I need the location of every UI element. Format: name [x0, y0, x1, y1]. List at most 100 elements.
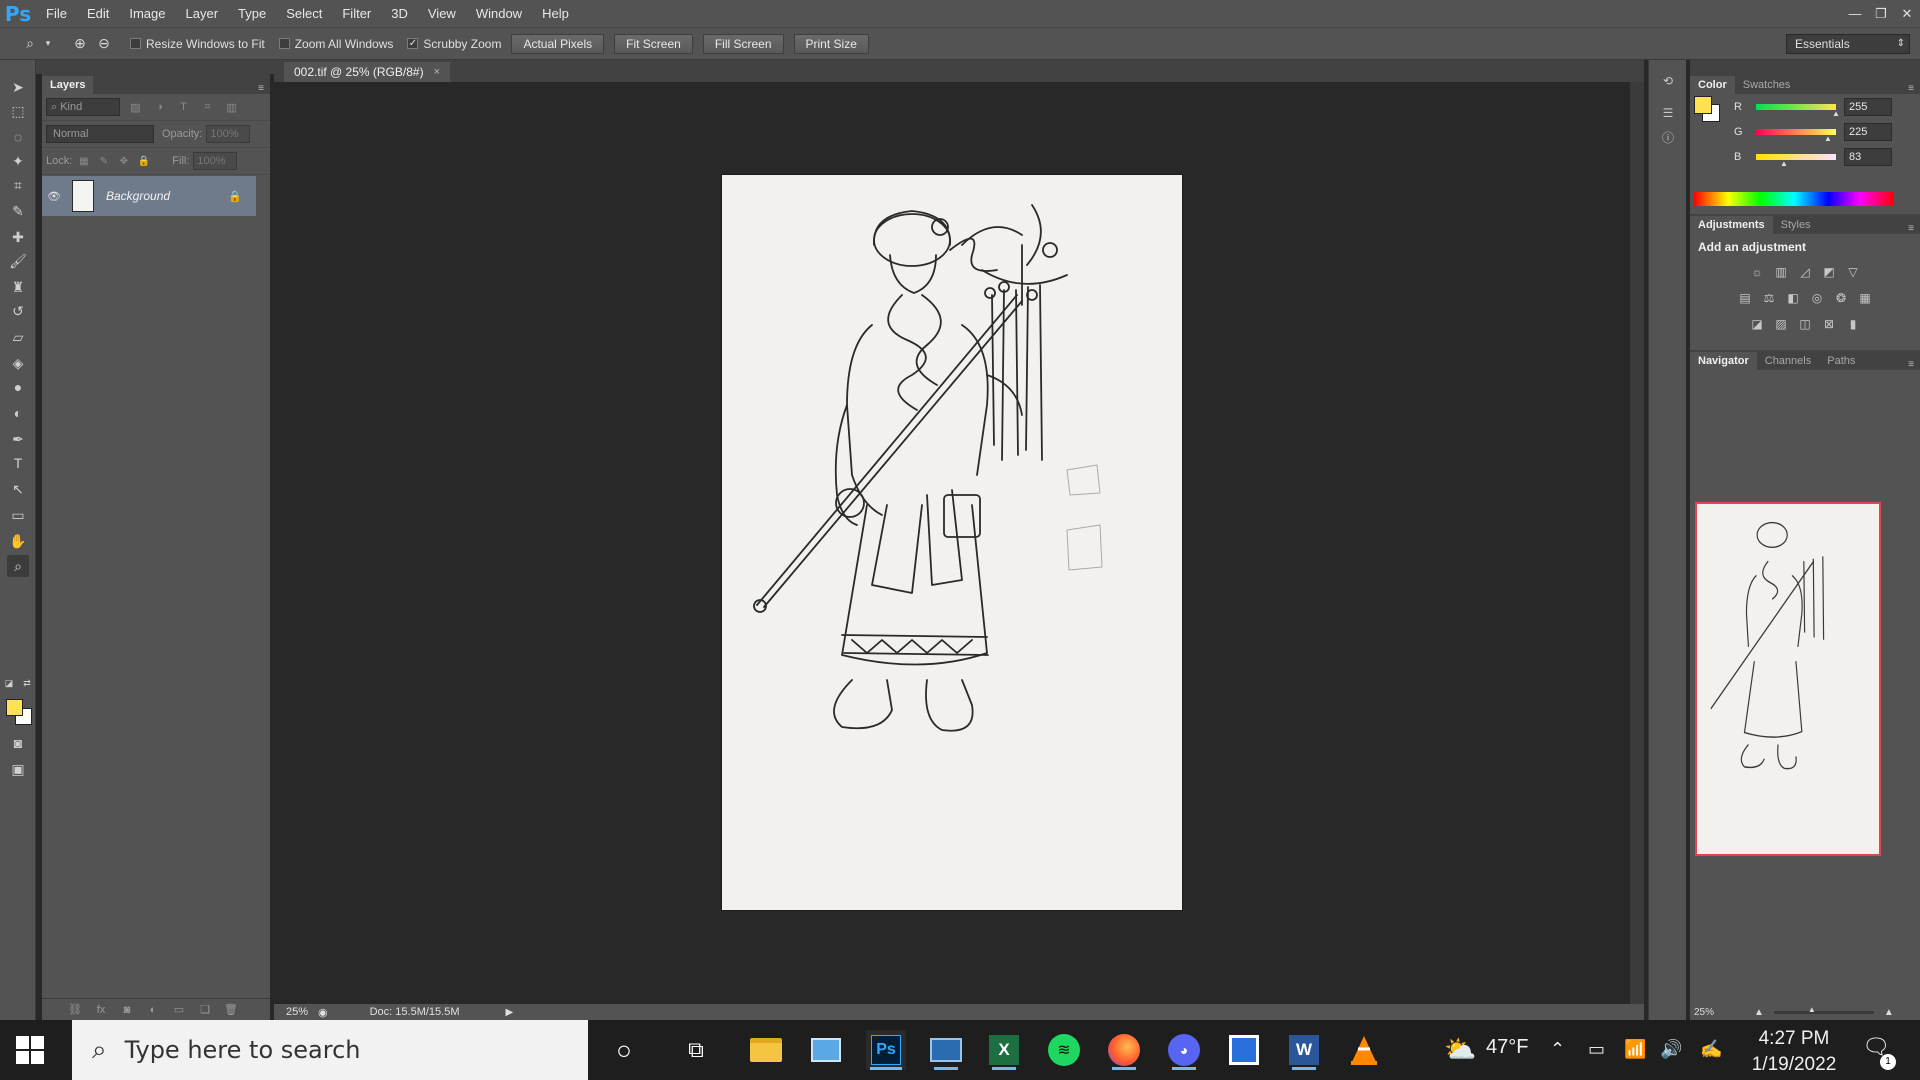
menu-image[interactable]: Image [119, 0, 175, 27]
add-mask-icon[interactable]: ◙ [114, 1004, 140, 1016]
red-slider[interactable]: ▲ [1756, 103, 1840, 118]
fit-screen-button[interactable]: Fit Screen [614, 33, 693, 54]
magic-wand-tool-icon[interactable]: ✦ [7, 150, 29, 172]
invert-icon[interactable]: ◪ [1748, 316, 1766, 332]
menu-window[interactable]: Window [466, 0, 532, 27]
selective-color-icon[interactable]: ⊠ [1820, 316, 1838, 332]
lock-all-icon[interactable]: 🔒 [135, 153, 152, 170]
menu-type[interactable]: Type [228, 0, 276, 27]
properties-panel-icon[interactable]: ☰ [1659, 104, 1677, 122]
color-panel-foreground-swatch[interactable] [1694, 96, 1712, 114]
fill-screen-button[interactable]: Fill Screen [702, 33, 784, 54]
close-icon[interactable]: ✕ [1894, 0, 1920, 27]
vertical-scrollbar[interactable] [1630, 82, 1644, 1004]
chevron-up-icon[interactable]: ⌃ [1550, 1039, 1565, 1060]
tab-paths[interactable]: Paths [1819, 352, 1863, 370]
blue-slider[interactable]: ▲ [1756, 153, 1836, 168]
task-view-icon[interactable]: ⧉ [676, 1030, 716, 1070]
menu-view[interactable]: View [418, 0, 466, 27]
tab-swatches[interactable]: Swatches [1735, 76, 1799, 94]
green-slider[interactable]: ▲ [1756, 128, 1836, 143]
restore-icon[interactable]: ❐ [1868, 0, 1894, 27]
crop-tool-icon[interactable]: ⌗ [7, 174, 29, 196]
color-lookup-icon[interactable]: ▦ [1856, 290, 1874, 306]
zoom-out-icon[interactable]: ⊖ [92, 32, 116, 56]
actual-pixels-button[interactable]: Actual Pixels [511, 33, 605, 54]
gradient-map-icon[interactable]: ▮ [1844, 316, 1862, 332]
opacity-field[interactable]: 100% [206, 125, 251, 143]
color-balance-icon[interactable]: ⚖ [1760, 290, 1778, 306]
tab-styles[interactable]: Styles [1773, 216, 1819, 234]
paint-bucket-tool-icon[interactable]: ◈ [7, 352, 29, 374]
minimize-icon[interactable]: — [1842, 0, 1868, 27]
menu-edit[interactable]: Edit [77, 0, 119, 27]
zoom-out-small-icon[interactable]: ▲ [1754, 1007, 1764, 1018]
print-size-button[interactable]: Print Size [793, 33, 869, 54]
fill-field[interactable]: 100% [193, 152, 238, 170]
workspace-select[interactable]: Essentials [1786, 34, 1910, 54]
shape-filter-icon[interactable]: ⌗ [199, 99, 216, 116]
blend-mode-select[interactable]: Normal [46, 125, 154, 143]
eraser-tool-icon[interactable]: ▱ [7, 326, 29, 348]
zoom-in-icon[interactable]: ⊕ [68, 32, 92, 56]
slider-handle-icon[interactable]: ▲ [1808, 1005, 1816, 1014]
document-size-info[interactable]: Doc: 15.5M/15.5M [370, 1006, 460, 1018]
cortana-icon[interactable]: ○ [604, 1030, 644, 1070]
remote-desktop-icon[interactable] [926, 1030, 966, 1070]
firefox-icon[interactable] [1104, 1030, 1144, 1070]
color-spectrum-bar[interactable] [1694, 192, 1894, 206]
history-brush-tool-icon[interactable]: ↺ [7, 300, 29, 322]
weather-icon[interactable]: ⛅ [1444, 1034, 1476, 1065]
layer-style-icon[interactable]: fx [88, 1004, 114, 1016]
lock-position-icon[interactable]: ✥ [115, 153, 132, 170]
spotify-icon[interactable]: ≋ [1044, 1030, 1084, 1070]
type-tool-icon[interactable]: T [7, 452, 29, 474]
vibrance-icon[interactable]: ▽ [1844, 264, 1862, 280]
marquee-tool-icon[interactable]: ⬚ [7, 100, 29, 122]
panel-menu-icon[interactable]: ≡ [1908, 223, 1914, 234]
meet-now-icon[interactable]: ▭ [1588, 1039, 1605, 1060]
delete-layer-icon[interactable]: 🗑 [218, 1003, 244, 1016]
zoom-tool-icon[interactable]: ⌕ [7, 555, 29, 577]
slider-handle-icon[interactable]: ▲ [1824, 134, 1832, 143]
taskbar-search-box[interactable]: ⌕ Type here to search [72, 1020, 588, 1080]
control-panel-icon[interactable] [806, 1030, 846, 1070]
menu-help[interactable]: Help [532, 0, 579, 27]
excel-icon[interactable]: X [984, 1030, 1024, 1070]
brightness-contrast-icon[interactable]: ☼ [1748, 264, 1766, 280]
weather-temperature[interactable]: 47°F [1486, 1036, 1528, 1059]
pen-ink-icon[interactable]: ✍ [1700, 1039, 1722, 1060]
path-selection-tool-icon[interactable]: ↖ [7, 478, 29, 500]
type-filter-icon[interactable]: T [175, 99, 192, 116]
menu-file[interactable]: File [36, 0, 77, 27]
tab-navigator[interactable]: Navigator [1690, 352, 1757, 370]
quick-mask-icon[interactable]: ◙ [7, 732, 29, 754]
adjustment-filter-icon[interactable]: ◑ [151, 99, 168, 116]
lasso-tool-icon[interactable]: ◌ [7, 126, 29, 148]
rectangle-tool-icon[interactable]: ▭ [7, 504, 29, 526]
status-info-icon[interactable]: ◉ [318, 1006, 328, 1019]
system-clock[interactable]: 4:27 PM 1/19/2022 [1736, 1026, 1852, 1078]
resize-windows-checkbox[interactable]: Resize Windows to Fit [130, 37, 265, 51]
word-icon[interactable]: W [1284, 1030, 1324, 1070]
status-menu-arrow-icon[interactable]: ▶ [505, 1007, 513, 1018]
pixel-filter-icon[interactable]: ▨ [127, 99, 144, 116]
scrubby-zoom-checkbox[interactable]: ✓ Scrubby Zoom [407, 37, 501, 51]
blur-tool-icon[interactable]: ● [7, 376, 29, 398]
lock-transparent-icon[interactable]: ▦ [75, 153, 92, 170]
foreground-color-swatch[interactable] [6, 699, 23, 716]
levels-icon[interactable]: ▥ [1772, 264, 1790, 280]
eyedropper-tool-icon[interactable]: ✎ [7, 200, 29, 222]
blue-value-field[interactable]: 83 [1844, 147, 1892, 166]
tab-adjustments[interactable]: Adjustments [1690, 216, 1773, 234]
link-layers-icon[interactable]: ⛓ [62, 1003, 88, 1016]
file-explorer-icon[interactable] [746, 1030, 786, 1070]
threshold-icon[interactable]: ◫ [1796, 316, 1814, 332]
curves-icon[interactable]: ◿ [1796, 264, 1814, 280]
photoshop-taskbar-icon[interactable]: Ps [866, 1030, 906, 1070]
tab-layers[interactable]: Layers [42, 76, 94, 94]
discord-icon[interactable]: ◕ [1164, 1030, 1204, 1070]
dodge-tool-icon[interactable]: ◐ [7, 402, 29, 424]
pen-tool-icon[interactable]: ✒ [7, 428, 29, 450]
menu-select[interactable]: Select [276, 0, 332, 27]
